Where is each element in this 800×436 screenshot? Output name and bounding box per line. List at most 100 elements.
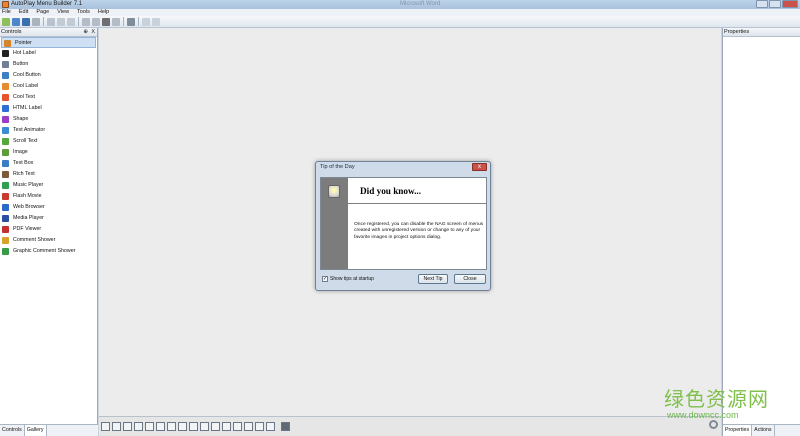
control-item-label: Shape: [13, 116, 29, 122]
control-item-pointer[interactable]: Pointer: [1, 37, 96, 48]
control-item-shape[interactable]: Shape: [0, 114, 97, 125]
tab-properties[interactable]: Properties: [723, 425, 753, 436]
control-item-graphic-comment-shower[interactable]: Graphic Comment Shower: [0, 246, 97, 257]
tab-gallery[interactable]: Gallery: [24, 425, 47, 436]
button-icon: [2, 61, 9, 68]
menu-file[interactable]: File: [2, 9, 11, 16]
toolbar-separator: [123, 17, 124, 26]
control-item-rich-text[interactable]: Rich Text: [0, 169, 97, 180]
menu-view[interactable]: View: [57, 9, 69, 16]
align-bottom-icon[interactable]: [156, 422, 165, 431]
show-tips-checkbox[interactable]: ✓: [322, 276, 328, 282]
dialog-close-button[interactable]: x: [472, 163, 487, 171]
align-center-icon[interactable]: [112, 422, 121, 431]
dialog-headline: Did you know...: [360, 186, 422, 196]
delete-icon[interactable]: [102, 17, 110, 26]
tab-actions[interactable]: Actions: [752, 425, 775, 436]
play-icon[interactable]: [47, 17, 55, 26]
menu-page[interactable]: Page: [36, 9, 49, 16]
align-middle-icon[interactable]: [145, 422, 154, 431]
send-back-icon[interactable]: [255, 422, 264, 431]
control-item-web-browser[interactable]: Web Browser: [0, 202, 97, 213]
tip-text: Once registered, you can disable the NAG…: [354, 222, 484, 240]
right-panel-tabs: Properties Actions: [723, 424, 800, 436]
center-horizontal-icon[interactable]: [222, 422, 231, 431]
control-item-pdf-viewer[interactable]: PDF Viewer: [0, 224, 97, 235]
cool-button-icon: [2, 72, 9, 79]
cool-text-icon: [2, 94, 9, 101]
redo-icon[interactable]: [67, 17, 75, 26]
window-close-button[interactable]: [782, 0, 798, 8]
pin-icon[interactable]: ⊕: [83, 28, 88, 37]
same-height-icon[interactable]: [178, 422, 187, 431]
same-size-icon[interactable]: [189, 422, 198, 431]
main-toolbar: [0, 16, 800, 28]
control-item-music-player[interactable]: Music Player: [0, 180, 97, 191]
options-icon[interactable]: [32, 17, 40, 26]
properties-panel-header: Properties: [723, 28, 800, 37]
control-item-label: Text Box: [13, 160, 34, 166]
open-icon[interactable]: [12, 17, 20, 26]
maximize-button[interactable]: [769, 0, 781, 8]
align-top-icon[interactable]: [134, 422, 143, 431]
flash-icon: [2, 193, 9, 200]
close-icon[interactable]: X: [91, 28, 95, 37]
dialog-title: Tip of the Day: [320, 164, 355, 170]
paste-icon[interactable]: [112, 17, 120, 26]
minimize-button[interactable]: [756, 0, 768, 8]
control-item-comment-shower[interactable]: Comment Shower: [0, 235, 97, 246]
controls-panel-header: Controls ⊕ X: [0, 28, 97, 37]
tab-controls[interactable]: Controls: [0, 425, 25, 436]
preview-icon[interactable]: [127, 17, 135, 26]
globe-icon: [2, 105, 9, 112]
space-vertical-icon[interactable]: [211, 422, 220, 431]
control-item-cool-label[interactable]: Cool Label: [0, 81, 97, 92]
dialog-close-action-button[interactable]: Close: [454, 274, 486, 284]
control-item-text-box[interactable]: Text Box: [0, 158, 97, 169]
monitor-icon[interactable]: [281, 422, 290, 431]
control-item-text-animator[interactable]: Text Animator: [0, 125, 97, 136]
same-width-icon[interactable]: [167, 422, 176, 431]
media-player-icon: [2, 215, 9, 222]
shape-icon: [2, 116, 9, 123]
grid-icon[interactable]: [266, 422, 275, 431]
control-item-label: Media Player: [13, 215, 44, 221]
control-item-label: Music Player: [13, 182, 44, 188]
show-tips-checkbox-row[interactable]: ✓ Show tips at startup: [322, 276, 374, 282]
menu-tools[interactable]: Tools: [77, 9, 90, 16]
control-item-scroll-text[interactable]: Scroll Text: [0, 136, 97, 147]
control-item-image[interactable]: Image: [0, 147, 97, 158]
copy-icon[interactable]: [92, 17, 100, 26]
bring-front-icon[interactable]: [244, 422, 253, 431]
menu-edit[interactable]: Edit: [19, 9, 28, 16]
menu-help[interactable]: Help: [98, 9, 109, 16]
space-horizontal-icon[interactable]: [200, 422, 209, 431]
comment-icon: [2, 237, 9, 244]
control-item-hot-label[interactable]: Hot Label: [0, 48, 97, 59]
graphic-comment-icon: [2, 248, 9, 255]
properties-panel-title: Properties: [724, 29, 750, 35]
control-item-button[interactable]: Button: [0, 59, 97, 70]
zoom-out-icon[interactable]: [152, 17, 160, 26]
next-tip-button[interactable]: Next Tip: [418, 274, 448, 284]
undo-icon[interactable]: [57, 17, 65, 26]
align-right-icon[interactable]: [123, 422, 132, 431]
save-icon[interactable]: [22, 17, 30, 26]
control-item-label: Comment Shower: [13, 237, 56, 243]
align-left-icon[interactable]: [101, 422, 110, 431]
gear-icon[interactable]: [709, 420, 718, 429]
control-item-label: Flash Movie: [13, 193, 42, 199]
control-item-html-label[interactable]: HTML Label: [0, 103, 97, 114]
zoom-in-icon[interactable]: [142, 17, 150, 26]
center-vertical-icon[interactable]: [233, 422, 242, 431]
control-item-flash-movie[interactable]: Flash Movie: [0, 191, 97, 202]
properties-panel: Properties Properties Actions: [722, 28, 800, 436]
scroll-text-icon: [2, 138, 9, 145]
control-item-media-player[interactable]: Media Player: [0, 213, 97, 224]
new-icon[interactable]: [2, 17, 10, 26]
control-item-cool-text[interactable]: Cool Text: [0, 92, 97, 103]
control-item-cool-button[interactable]: Cool Button: [0, 70, 97, 81]
watermark-text: 绿色资源网: [664, 389, 769, 411]
cut-icon[interactable]: [82, 17, 90, 26]
ghost-title: Microsoft Word: [400, 1, 441, 7]
